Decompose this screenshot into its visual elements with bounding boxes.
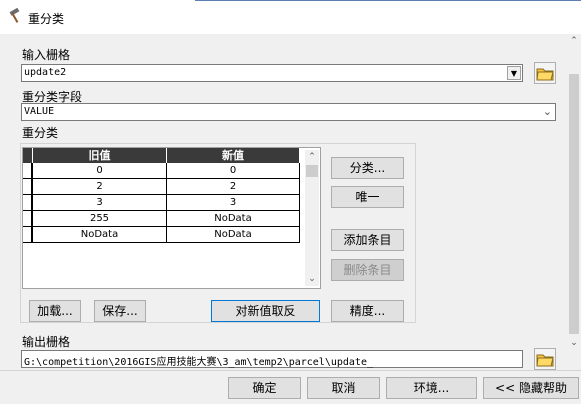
reclass-field-value: VALUE [24,106,55,117]
row-selector-header [23,148,33,163]
old-value-cell[interactable]: 3 [33,195,167,211]
precision-button[interactable]: 精度... [331,300,404,322]
row-selector[interactable] [23,211,33,227]
delete-entry-button[interactable]: 删除条目 [331,259,404,281]
add-entry-button[interactable]: 添加条目 [331,229,404,251]
new-value-cell[interactable]: NoData [167,227,300,243]
scroll-down-icon[interactable]: ⌄ [305,272,319,286]
window-title: 重分类 [28,12,65,26]
row-selector[interactable] [23,195,33,211]
scrollbar-thumb[interactable] [569,74,579,334]
input-raster-value: update2 [24,67,67,78]
title-divider [195,0,581,1]
old-value-cell[interactable]: 0 [33,163,167,179]
input-raster-combo[interactable]: update2 ▼ [21,64,523,82]
chevron-down-icon[interactable]: ⌄ [543,105,552,118]
reclass-table[interactable]: 旧值 新值 0 0 2 2 3 3 255 NoData NoData NoDa… [22,147,321,289]
new-value-cell[interactable]: 2 [167,179,300,195]
classify-button[interactable]: 分类... [331,157,404,179]
table-row[interactable]: 0 0 [23,163,300,179]
table-row[interactable]: 3 3 [23,195,300,211]
output-raster-field[interactable]: G:\competition\2016GIS应用技能大赛\3_am\temp2\… [21,350,523,368]
table-scrollbar[interactable]: ⌃ ⌄ [305,150,319,286]
reclass-table-header: 旧值 新值 [23,148,300,163]
unique-button[interactable]: 唯一 [331,186,404,208]
table-row[interactable]: 255 NoData [23,211,300,227]
input-raster-browse-button[interactable] [534,62,556,84]
load-button[interactable]: 加载... [29,300,81,322]
output-raster-browse-button[interactable] [534,348,556,370]
title-bar: 重分类 [0,0,581,34]
environments-button[interactable]: 环境... [386,377,477,399]
cancel-button[interactable]: 取消 [307,377,380,399]
reclassification-label: 重分类 [22,126,59,140]
reverse-new-values-button[interactable]: 对新值取反 [211,300,320,322]
form-scrollbar[interactable]: ⌃ ⌄ [567,34,581,352]
new-value-cell[interactable]: 3 [167,195,300,211]
table-row[interactable]: 2 2 [23,179,300,195]
hammer-icon [9,8,20,23]
folder-open-icon [536,68,554,81]
scroll-down-icon[interactable]: ⌄ [567,336,581,350]
scroll-up-icon[interactable]: ⌃ [567,34,581,48]
folder-open-icon [536,354,554,367]
new-value-cell[interactable]: 0 [167,163,300,179]
ok-button[interactable]: 确定 [228,377,301,399]
row-selector[interactable] [23,179,33,195]
table-row[interactable]: NoData NoData [23,227,300,243]
hide-help-button[interactable]: << 隐藏帮助 [483,377,579,399]
old-value-cell[interactable]: NoData [33,227,167,243]
new-value-cell[interactable]: NoData [167,211,300,227]
scrollbar-thumb[interactable] [306,165,318,177]
input-raster-label: 输入栅格 [22,48,71,62]
reclass-field-combo[interactable]: VALUE ⌄ [21,103,556,121]
row-selector[interactable] [23,227,33,243]
scroll-up-icon[interactable]: ⌃ [305,150,319,164]
old-value-cell[interactable]: 255 [33,211,167,227]
chevron-down-icon[interactable]: ▼ [507,66,521,80]
output-raster-label: 输出栅格 [22,335,71,349]
old-value-cell[interactable]: 2 [33,179,167,195]
row-selector[interactable] [23,163,33,179]
column-header-old-value[interactable]: 旧值 [33,148,167,163]
output-raster-value: G:\competition\2016GIS应用技能大赛\3_am\temp2\… [24,357,373,368]
save-button[interactable]: 保存... [94,300,146,322]
column-header-new-value[interactable]: 新值 [167,148,300,163]
